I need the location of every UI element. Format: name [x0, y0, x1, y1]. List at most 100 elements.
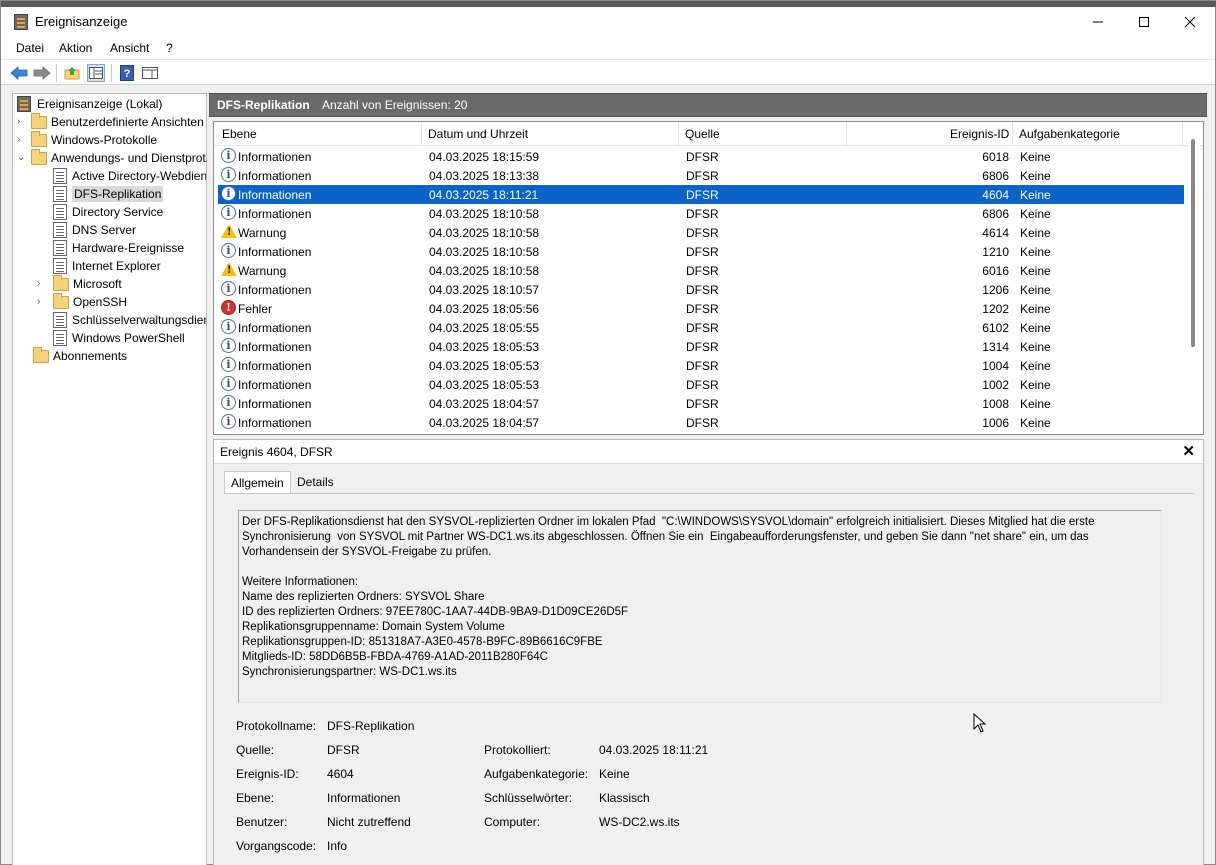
column-separator[interactable] [1012, 122, 1013, 146]
table-row[interactable]: i Informationen 04.03.2025 18:04:57 DFSR Kei… [218, 413, 1184, 432]
chevron-right-icon[interactable]: › [37, 279, 47, 289]
cell-datetime: 04.03.2025 18:10:57 [429, 283, 540, 297]
cell-category: Keine [1020, 302, 1051, 316]
table-row[interactable]: i Informationen 04.03.2025 18:05:53 DFSR Kei… [218, 356, 1184, 375]
tree-item-root[interactable]: Ereignisanzeige (Lokal) [17, 95, 162, 113]
back-arrow-icon[interactable] [10, 64, 28, 82]
tab-details[interactable]: Details [291, 471, 340, 493]
table-row[interactable]: i Informationen 04.03.2025 18:10:58 DFSR Kei… [218, 204, 1184, 223]
tree-item-powershell[interactable]: Windows PowerShell [53, 329, 185, 347]
table-row[interactable]: i Informationen 04.03.2025 18:10:58 DFSR Kei… [218, 242, 1184, 261]
table-row[interactable]: i Informationen 04.03.2025 18:10:57 DFSR Kei… [218, 280, 1184, 299]
chevron-down-icon[interactable]: ⌄ [17, 153, 27, 163]
tree-item-directory-service[interactable]: Directory Service [53, 203, 163, 221]
tree-label: OpenSSH [73, 295, 128, 309]
tree-item-internet-explorer[interactable]: Internet Explorer [53, 257, 161, 275]
tree-item-microsoft[interactable]: › Microsoft [37, 274, 122, 293]
up-folder-icon[interactable] [63, 64, 81, 82]
cell-event-id: 1314 [982, 340, 1009, 354]
tree-item-ad-webservices[interactable]: Active Directory-Webdienste [53, 167, 206, 185]
table-row[interactable]: i Informationen 04.03.2025 18:15:59 DFSR Kei… [218, 147, 1184, 166]
tree-item-app-logs[interactable]: ⌄ Anwendungs- und Dienstprotokolle [17, 148, 206, 167]
column-separator[interactable] [678, 122, 679, 146]
tree-item-custom-views[interactable]: › Benutzerdefinierte Ansichten [17, 112, 204, 131]
table-row[interactable]: ! Fehler 04.03.2025 18:05:56 DFSR Keine 1202 [218, 299, 1184, 318]
log-name-label: Protokollname: [236, 719, 317, 733]
column-separator[interactable] [1182, 122, 1183, 146]
table-row[interactable]: i Informationen 04.03.2025 18:05:53 DFSR Kei… [218, 375, 1184, 394]
cell-category: Keine [1020, 378, 1051, 392]
column-separator[interactable] [421, 122, 422, 146]
minimize-button[interactable] [1075, 7, 1121, 37]
log-icon [53, 168, 67, 184]
table-row[interactable]: i Informationen 04.03.2025 18:13:38 DFSR Kei… [218, 166, 1184, 185]
column-level[interactable]: Ebene [222, 127, 257, 141]
event-description[interactable]: Der DFS-Replikationsdienst hat den SYSVO… [238, 510, 1162, 703]
cell-source: DFSR [686, 226, 719, 240]
info-icon: i [221, 319, 236, 334]
info-icon: i [221, 395, 236, 410]
event-list-scrollbar[interactable] [1188, 139, 1200, 431]
cell-datetime: 04.03.2025 18:05:56 [429, 302, 540, 316]
computer-value[interactable]: WS-DC2.ws.its [599, 815, 680, 829]
cell-event-id: 1002 [982, 378, 1009, 392]
cell-event-id: 1206 [982, 283, 1009, 297]
table-row[interactable]: ! Warnung 04.03.2025 18:10:58 DFSR Keine 4614 [218, 223, 1184, 242]
help-icon[interactable]: ? [118, 64, 136, 82]
tree-item-hardware-events[interactable]: Hardware-Ereignisse [53, 239, 184, 257]
level-label: Ebene: [236, 791, 275, 805]
menu-action[interactable]: Aktion [59, 41, 92, 55]
category-value[interactable]: Keine [599, 767, 630, 781]
cell-source: DFSR [686, 264, 719, 278]
show-hide-tree-icon[interactable] [87, 64, 105, 82]
chevron-right-icon[interactable]: › [37, 297, 47, 307]
keywords-value[interactable]: Klassisch [599, 791, 650, 805]
column-source[interactable]: Quelle [685, 127, 720, 141]
maximize-button[interactable] [1121, 7, 1167, 37]
table-row[interactable]: ! Warnung 04.03.2025 18:10:58 DFSR Keine 6016 [218, 261, 1184, 280]
log-name-value[interactable]: DFS-Replikation [327, 719, 414, 733]
tree-item-windows-logs[interactable]: › Windows-Protokolle [17, 130, 157, 149]
menu-help[interactable]: ? [166, 41, 173, 55]
event-viewer-window: Ereignisanzeige Datei Aktion Ansicht ? ?… [0, 0, 1216, 865]
cell-datetime: 04.03.2025 18:10:58 [429, 264, 540, 278]
level-value[interactable]: Informationen [327, 791, 400, 805]
tree-item-dfs-replication[interactable]: DFS-Replikation [53, 185, 164, 203]
column-separator[interactable] [846, 122, 847, 146]
close-button[interactable] [1167, 7, 1213, 37]
cell-level: Informationen [238, 150, 312, 164]
table-row[interactable]: i Informationen 04.03.2025 18:05:55 DFSR Kei… [218, 318, 1184, 337]
cell-datetime: 04.03.2025 18:13:38 [429, 169, 540, 183]
chevron-right-icon[interactable]: › [17, 117, 27, 127]
tree-item-dns-server[interactable]: DNS Server [53, 221, 136, 239]
table-row[interactable]: i Informationen 04.03.2025 18:04:57 DFSR Kei… [218, 394, 1184, 413]
source-value[interactable]: DFSR [327, 743, 360, 757]
user-value[interactable]: Nicht zutreffend [327, 815, 411, 829]
tree-label: Schlüsselverwaltungsdienst [72, 313, 207, 327]
properties-pane-icon[interactable] [141, 64, 159, 82]
event-id-value[interactable]: 4604 [327, 767, 354, 781]
column-event-id[interactable]: Ereignis-ID [950, 127, 1009, 141]
tree-item-key-management[interactable]: Schlüsselverwaltungsdienst [53, 311, 207, 329]
table-row[interactable]: i Informationen 04.03.2025 18:05:53 DFSR Kei… [218, 337, 1184, 356]
cell-category: Keine [1020, 188, 1051, 202]
tree-item-subscriptions[interactable]: Abonnements [33, 346, 127, 365]
opcode-value[interactable]: Info [327, 839, 347, 853]
close-detail-icon[interactable]: ✕ [1182, 442, 1195, 460]
tab-general[interactable]: Allgemein [224, 471, 291, 494]
logged-value[interactable]: 04.03.2025 18:11:21 [599, 743, 708, 757]
forward-arrow-icon[interactable] [33, 64, 51, 82]
menu-view[interactable]: Ansicht [110, 41, 149, 55]
chevron-right-icon[interactable]: › [17, 135, 27, 145]
scrollbar-thumb[interactable] [1191, 139, 1195, 347]
folder-icon [31, 112, 47, 129]
cell-source: DFSR [686, 150, 719, 164]
cell-datetime: 04.03.2025 18:04:57 [429, 416, 540, 430]
cell-datetime: 04.03.2025 18:11:21 [429, 188, 539, 202]
column-category[interactable]: Aufgabenkategorie [1019, 127, 1120, 141]
table-row[interactable]: i Informationen 04.03.2025 18:11:21 DFSR Kei… [218, 185, 1184, 204]
menu-file[interactable]: Datei [16, 41, 44, 55]
tree-item-openssh[interactable]: › OpenSSH [37, 292, 128, 311]
column-datetime[interactable]: Datum und Uhrzeit [428, 127, 528, 141]
cell-event-id: 6016 [982, 264, 1009, 278]
